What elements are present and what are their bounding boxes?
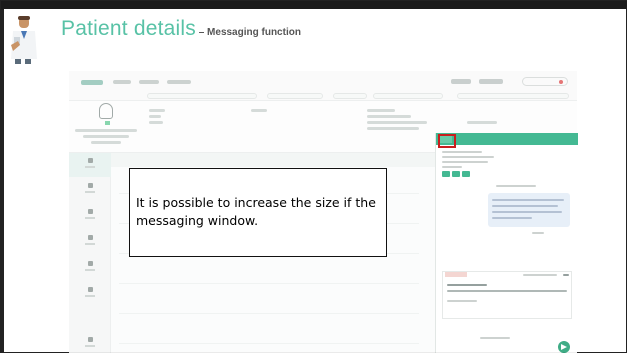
top-menu-item[interactable] xyxy=(167,80,191,84)
nav-label xyxy=(85,269,95,271)
message-line xyxy=(532,232,544,234)
top-menu-item[interactable] xyxy=(113,80,131,84)
header-field[interactable] xyxy=(457,93,569,99)
nav-label xyxy=(85,345,95,347)
slide-left-bar xyxy=(1,9,4,353)
nav-item[interactable] xyxy=(83,261,97,275)
app-logo xyxy=(81,80,103,85)
top-menu-item[interactable] xyxy=(139,80,159,84)
header-value xyxy=(367,115,411,118)
compose-toolbar[interactable] xyxy=(447,290,567,292)
message-line xyxy=(442,166,462,168)
nav-item[interactable] xyxy=(83,235,97,249)
content-row xyxy=(119,313,419,314)
slide-title-main: Patient details xyxy=(61,17,196,40)
annotation-callout: It is possible to increase the size if t… xyxy=(129,168,387,257)
compose-tag[interactable] xyxy=(445,272,467,277)
slide-title-sub: Messaging function xyxy=(207,27,301,38)
nav-icon xyxy=(87,261,93,266)
nav-label xyxy=(85,217,95,219)
message-line xyxy=(492,211,562,213)
top-right-item[interactable] xyxy=(451,79,471,84)
header-value xyxy=(149,115,161,118)
nav-label xyxy=(85,191,95,193)
nav-item[interactable] xyxy=(83,209,97,223)
header-label xyxy=(367,109,395,112)
left-nav xyxy=(69,153,111,353)
messaging-panel xyxy=(435,133,578,353)
message-line xyxy=(442,151,482,153)
header-field[interactable] xyxy=(333,93,367,99)
header-field[interactable] xyxy=(267,93,323,99)
slide-title-separator: – xyxy=(195,27,208,38)
message-line xyxy=(492,205,558,207)
message-line xyxy=(442,161,488,163)
message-chip[interactable] xyxy=(452,171,460,177)
header-value xyxy=(149,121,163,124)
header-value xyxy=(467,121,497,124)
nav-icon xyxy=(87,287,93,292)
send-icon xyxy=(561,344,567,350)
nav-label xyxy=(85,295,95,297)
annotation-callout-text: It is possible to increase the size if t… xyxy=(136,195,376,228)
notification-dot-icon xyxy=(559,80,563,84)
header-value xyxy=(367,121,427,124)
patient-status-badge xyxy=(105,121,110,125)
message-timestamp xyxy=(496,185,536,187)
compose-dropdown[interactable] xyxy=(563,274,569,276)
top-right-item[interactable] xyxy=(479,79,503,84)
slide-title: Patient details – Messaging function xyxy=(61,17,301,41)
nav-item[interactable] xyxy=(83,337,97,351)
message-line xyxy=(492,199,564,201)
patient-info-line xyxy=(91,141,121,144)
nav-icon xyxy=(87,209,93,214)
patient-name-line xyxy=(75,129,137,132)
content-row xyxy=(119,283,419,284)
nav-icon xyxy=(87,337,93,342)
nav-item[interactable] xyxy=(83,183,97,197)
message-line xyxy=(442,156,494,158)
message-compose-area[interactable] xyxy=(442,271,572,319)
nav-icon xyxy=(87,183,93,188)
nav-icon xyxy=(87,235,93,240)
nav-icon xyxy=(87,158,93,163)
header-label xyxy=(149,109,165,112)
message-bubble xyxy=(488,193,570,227)
header-label xyxy=(251,109,267,112)
message-line xyxy=(492,217,532,219)
message-chip[interactable] xyxy=(442,171,450,177)
header-value xyxy=(367,127,419,130)
content-header-bar xyxy=(111,153,435,167)
compose-option[interactable] xyxy=(523,274,557,276)
header-field[interactable] xyxy=(147,93,257,99)
nav-label xyxy=(85,243,95,245)
nav-item[interactable] xyxy=(83,287,97,301)
message-chip[interactable] xyxy=(462,171,470,177)
slide-top-rule xyxy=(1,1,627,9)
compose-placeholder xyxy=(447,300,477,302)
slide: Patient details – Messaging function It … xyxy=(0,0,627,353)
messaging-header xyxy=(436,133,578,145)
nav-label xyxy=(85,166,95,168)
resize-highlight-box xyxy=(438,134,456,148)
doctor-figure-icon xyxy=(11,16,37,64)
nav-item[interactable] xyxy=(83,158,97,172)
patient-info-line xyxy=(83,135,129,138)
header-field[interactable] xyxy=(373,93,443,99)
compose-toolbar[interactable] xyxy=(447,284,487,286)
message-footer-line xyxy=(480,337,510,339)
content-row xyxy=(119,343,419,344)
patient-avatar xyxy=(99,103,113,119)
